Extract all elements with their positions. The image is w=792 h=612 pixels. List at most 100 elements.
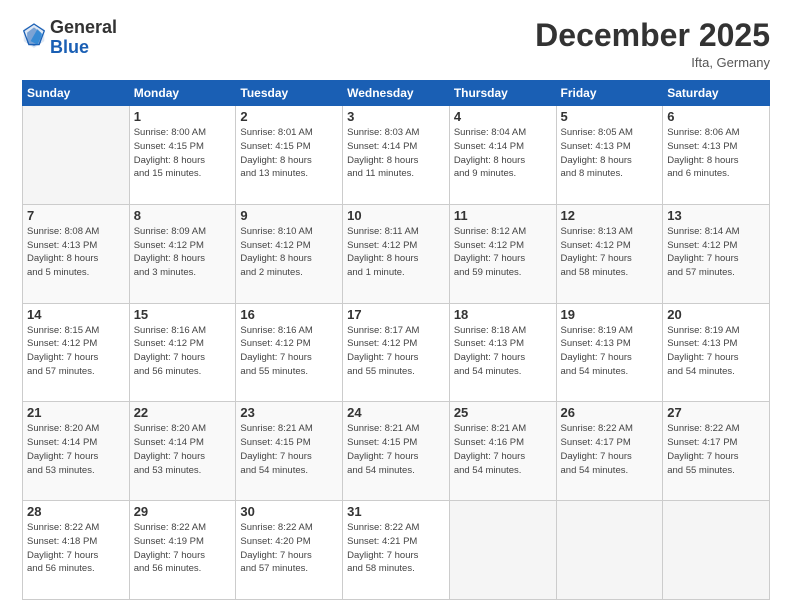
day-info: Sunrise: 8:19 AM Sunset: 4:13 PM Dayligh… [561,324,659,379]
day-info: Sunrise: 8:06 AM Sunset: 4:13 PM Dayligh… [667,126,765,181]
calendar-day-cell: 21 Sunrise: 8:20 AM Sunset: 4:14 PM Dayli… [23,402,130,501]
calendar-header-row: SundayMondayTuesdayWednesdayThursdayFrid… [23,81,770,106]
calendar-day-cell: 28 Sunrise: 8:22 AM Sunset: 4:18 PM Dayli… [23,501,130,600]
day-info: Sunrise: 8:04 AM Sunset: 4:14 PM Dayligh… [454,126,552,181]
calendar-day-cell: 25 Sunrise: 8:21 AM Sunset: 4:16 PM Dayli… [449,402,556,501]
location: Ifta, Germany [535,55,770,70]
day-number: 29 [134,504,232,519]
day-info: Sunrise: 8:13 AM Sunset: 4:12 PM Dayligh… [561,225,659,280]
calendar-day-cell: 10Sunrise: 8:11 AM Sunset: 4:12 PM Dayli… [343,204,450,303]
calendar-day-cell: 15 Sunrise: 8:16 AM Sunset: 4:12 PM Dayli… [129,303,236,402]
day-info: Sunrise: 8:22 AM Sunset: 4:17 PM Dayligh… [561,422,659,477]
day-of-week-header: Wednesday [343,81,450,106]
calendar-table: SundayMondayTuesdayWednesdayThursdayFrid… [22,80,770,600]
day-number: 15 [134,307,232,322]
day-info: Sunrise: 8:22 AM Sunset: 4:17 PM Dayligh… [667,422,765,477]
day-number: 25 [454,405,552,420]
day-info: Sunrise: 8:12 AM Sunset: 4:12 PM Dayligh… [454,225,552,280]
day-number: 8 [134,208,232,223]
calendar-day-cell: 7 Sunrise: 8:08 AM Sunset: 4:13 PM Daylig… [23,204,130,303]
day-of-week-header: Friday [556,81,663,106]
calendar-day-cell: 5 Sunrise: 8:05 AM Sunset: 4:13 PM Daylig… [556,106,663,205]
day-info: Sunrise: 8:01 AM Sunset: 4:15 PM Dayligh… [240,126,338,181]
day-of-week-header: Thursday [449,81,556,106]
day-number: 1 [134,109,232,124]
day-number: 21 [27,405,125,420]
day-number: 20 [667,307,765,322]
day-info: Sunrise: 8:17 AM Sunset: 4:12 PM Dayligh… [347,324,445,379]
day-number: 14 [27,307,125,322]
calendar-day-cell: 22 Sunrise: 8:20 AM Sunset: 4:14 PM Dayli… [129,402,236,501]
day-of-week-header: Sunday [23,81,130,106]
calendar-day-cell: 18Sunrise: 8:18 AM Sunset: 4:13 PM Dayli… [449,303,556,402]
day-info: Sunrise: 8:22 AM Sunset: 4:18 PM Dayligh… [27,521,125,576]
day-number: 26 [561,405,659,420]
day-number: 10 [347,208,445,223]
calendar-day-cell: 13 Sunrise: 8:14 AM Sunset: 4:12 PM Dayli… [663,204,770,303]
calendar-week-row: 7 Sunrise: 8:08 AM Sunset: 4:13 PM Daylig… [23,204,770,303]
day-info: Sunrise: 8:20 AM Sunset: 4:14 PM Dayligh… [27,422,125,477]
day-number: 4 [454,109,552,124]
calendar-day-cell: 2 Sunrise: 8:01 AM Sunset: 4:15 PM Daylig… [236,106,343,205]
day-number: 23 [240,405,338,420]
calendar-day-cell: 20 Sunrise: 8:19 AM Sunset: 4:13 PM Dayli… [663,303,770,402]
day-number: 12 [561,208,659,223]
calendar-day-cell: 14Sunrise: 8:15 AM Sunset: 4:12 PM Dayli… [23,303,130,402]
calendar-day-cell: 24Sunrise: 8:21 AM Sunset: 4:15 PM Dayli… [343,402,450,501]
calendar-day-cell: 17Sunrise: 8:17 AM Sunset: 4:12 PM Dayli… [343,303,450,402]
calendar-day-cell: 12 Sunrise: 8:13 AM Sunset: 4:12 PM Dayli… [556,204,663,303]
day-number: 24 [347,405,445,420]
title-block: December 2025 Ifta, Germany [535,18,770,70]
day-number: 27 [667,405,765,420]
calendar-week-row: 1 Sunrise: 8:00 AM Sunset: 4:15 PM Daylig… [23,106,770,205]
calendar-day-cell: 1 Sunrise: 8:00 AM Sunset: 4:15 PM Daylig… [129,106,236,205]
calendar-week-row: 21 Sunrise: 8:20 AM Sunset: 4:14 PM Dayli… [23,402,770,501]
logo-blue-text: Blue [50,37,89,57]
day-info: Sunrise: 8:21 AM Sunset: 4:16 PM Dayligh… [454,422,552,477]
day-number: 22 [134,405,232,420]
day-info: Sunrise: 8:16 AM Sunset: 4:12 PM Dayligh… [134,324,232,379]
day-number: 28 [27,504,125,519]
calendar-day-cell: 19 Sunrise: 8:19 AM Sunset: 4:13 PM Dayli… [556,303,663,402]
day-number: 13 [667,208,765,223]
day-number: 9 [240,208,338,223]
calendar-day-cell [23,106,130,205]
calendar-day-cell: 27 Sunrise: 8:22 AM Sunset: 4:17 PM Dayli… [663,402,770,501]
calendar-day-cell: 30Sunrise: 8:22 AM Sunset: 4:20 PM Dayli… [236,501,343,600]
day-info: Sunrise: 8:22 AM Sunset: 4:19 PM Dayligh… [134,521,232,576]
calendar-day-cell: 6 Sunrise: 8:06 AM Sunset: 4:13 PM Daylig… [663,106,770,205]
calendar-week-row: 14Sunrise: 8:15 AM Sunset: 4:12 PM Dayli… [23,303,770,402]
day-info: Sunrise: 8:20 AM Sunset: 4:14 PM Dayligh… [134,422,232,477]
day-info: Sunrise: 8:19 AM Sunset: 4:13 PM Dayligh… [667,324,765,379]
calendar-day-cell: 31Sunrise: 8:22 AM Sunset: 4:21 PM Dayli… [343,501,450,600]
calendar-week-row: 28 Sunrise: 8:22 AM Sunset: 4:18 PM Dayli… [23,501,770,600]
calendar-day-cell: 16 Sunrise: 8:16 AM Sunset: 4:12 PM Dayli… [236,303,343,402]
day-number: 6 [667,109,765,124]
calendar-day-cell: 23Sunrise: 8:21 AM Sunset: 4:15 PM Dayli… [236,402,343,501]
day-number: 2 [240,109,338,124]
day-info: Sunrise: 8:14 AM Sunset: 4:12 PM Dayligh… [667,225,765,280]
calendar-day-cell: 9 Sunrise: 8:10 AM Sunset: 4:12 PM Daylig… [236,204,343,303]
day-number: 18 [454,307,552,322]
header: General Blue December 2025 Ifta, Germany [22,18,770,70]
day-info: Sunrise: 8:08 AM Sunset: 4:13 PM Dayligh… [27,225,125,280]
day-info: Sunrise: 8:16 AM Sunset: 4:12 PM Dayligh… [240,324,338,379]
day-number: 19 [561,307,659,322]
calendar-day-cell: 26 Sunrise: 8:22 AM Sunset: 4:17 PM Dayli… [556,402,663,501]
day-info: Sunrise: 8:22 AM Sunset: 4:20 PM Dayligh… [240,521,338,576]
day-number: 7 [27,208,125,223]
day-number: 5 [561,109,659,124]
logo: General Blue [22,18,117,58]
day-info: Sunrise: 8:05 AM Sunset: 4:13 PM Dayligh… [561,126,659,181]
calendar-day-cell: 29 Sunrise: 8:22 AM Sunset: 4:19 PM Dayli… [129,501,236,600]
logo-general-text: General [50,17,117,37]
day-number: 11 [454,208,552,223]
day-info: Sunrise: 8:00 AM Sunset: 4:15 PM Dayligh… [134,126,232,181]
day-info: Sunrise: 8:10 AM Sunset: 4:12 PM Dayligh… [240,225,338,280]
day-number: 16 [240,307,338,322]
day-number: 3 [347,109,445,124]
day-info: Sunrise: 8:22 AM Sunset: 4:21 PM Dayligh… [347,521,445,576]
logo-text: General Blue [50,18,117,58]
day-of-week-header: Monday [129,81,236,106]
calendar-day-cell: 11 Sunrise: 8:12 AM Sunset: 4:12 PM Dayli… [449,204,556,303]
